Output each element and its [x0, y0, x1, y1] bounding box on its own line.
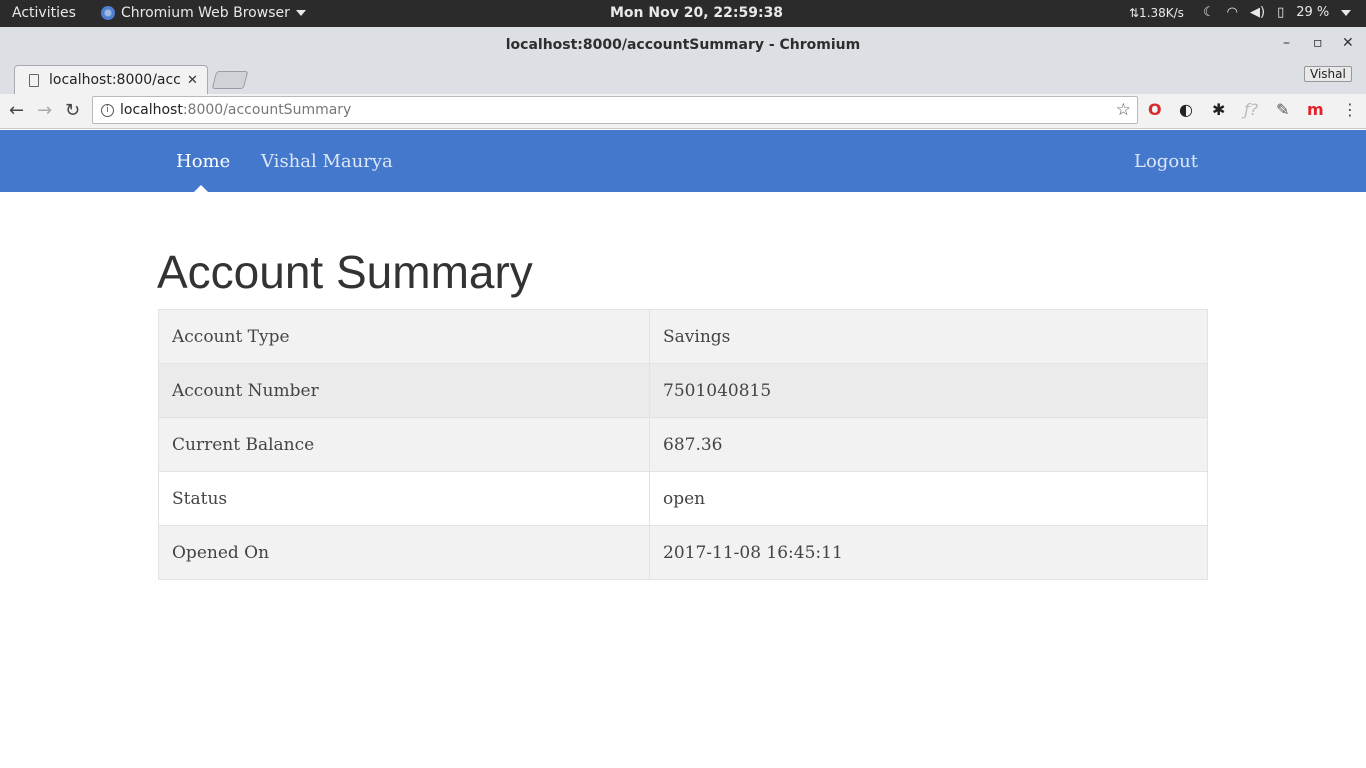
table-row: Opened On 2017-11-08 16:45:11 [158, 525, 1208, 580]
app-menu[interactable]: Chromium Web Browser [101, 5, 306, 21]
back-icon[interactable]: ← [9, 100, 24, 121]
bookmark-star-icon[interactable]: ☆ [1116, 100, 1131, 120]
opera-extension-icon[interactable]: O [1148, 100, 1162, 119]
forward-icon[interactable]: → [37, 100, 52, 121]
tab-strip: localhost:8000/accountSummary ✕ Vishal [0, 63, 1366, 94]
nav-user[interactable]: Vishal Maurya [261, 151, 393, 172]
dark-mode-extension-icon[interactable]: ◐ [1179, 100, 1193, 119]
row-label: Account Type [158, 309, 650, 364]
row-value: open [649, 471, 1208, 526]
site-navbar: Home Vishal Maurya Logout [0, 130, 1366, 192]
url-path: :8000/accountSummary [182, 102, 352, 118]
row-value: Savings [649, 309, 1208, 364]
table-row: Account Type Savings [158, 309, 1208, 364]
table-row: Current Balance 687.36 [158, 417, 1208, 472]
wifi-icon: ◠ [1226, 5, 1238, 20]
row-value: 2017-11-08 16:45:11 [649, 525, 1208, 580]
nav-home[interactable]: Home [176, 151, 230, 172]
address-bar[interactable]: i localhost:8000/accountSummary ☆ [92, 96, 1138, 124]
table-row: Account Number 7501040815 [158, 363, 1208, 418]
chevron-down-icon [1341, 9, 1352, 16]
info-icon[interactable]: i [101, 103, 114, 117]
nav-logout[interactable]: Logout [1134, 151, 1198, 172]
new-tab-button[interactable] [211, 71, 249, 89]
minimize-icon[interactable]: – [1283, 35, 1290, 51]
row-value: 687.36 [649, 417, 1208, 472]
eyedropper-extension-icon[interactable]: ✎ [1276, 100, 1289, 119]
m-extension-icon[interactable]: m [1307, 100, 1324, 119]
account-summary-table: Account Type Savings Account Number 7501… [158, 309, 1208, 580]
battery-icon: ▯ [1277, 5, 1285, 20]
tab-close-icon[interactable]: ✕ [187, 73, 198, 88]
browser-tab[interactable]: localhost:8000/accountSummary ✕ [14, 65, 208, 94]
chevron-down-icon [295, 10, 306, 16]
menu-icon[interactable]: ⋮ [1342, 100, 1358, 119]
maximize-icon[interactable]: ▫ [1313, 35, 1323, 51]
browser-toolbar: ← → ↻ i localhost:8000/accountSummary ☆ … [0, 94, 1366, 129]
volume-icon: ◀) [1250, 5, 1266, 20]
row-value: 7501040815 [649, 363, 1208, 418]
row-label: Current Balance [158, 417, 650, 472]
font-extension-icon[interactable]: ƒ? [1244, 100, 1258, 119]
table-row: Status open [158, 471, 1208, 526]
page-icon [29, 73, 39, 87]
reload-icon[interactable]: ↻ [65, 100, 80, 121]
battery-level: 29 % [1296, 5, 1330, 20]
activities-button[interactable]: Activities [12, 5, 76, 21]
row-label: Account Number [158, 363, 650, 418]
close-icon[interactable]: ✕ [1342, 35, 1354, 51]
night-light-icon: ☾ [1203, 5, 1215, 20]
system-top-bar: Activities Chromium Web Browser Mon Nov … [0, 0, 1366, 27]
active-indicator [194, 185, 208, 192]
page-title: Account Summary [157, 246, 533, 298]
tab-title: localhost:8000/accountSummary [49, 72, 181, 88]
window-title: localhost:8000/accountSummary - Chromium [505, 37, 861, 53]
window-titlebar: localhost:8000/accountSummary - Chromium… [0, 27, 1366, 63]
app-menu-label: Chromium Web Browser [121, 5, 290, 21]
profile-button[interactable]: Vishal [1304, 66, 1352, 82]
github-extension-icon[interactable]: ✱ [1212, 100, 1225, 119]
system-tray[interactable]: ☾ ◠ ◀) ▯ 29 % [1203, 5, 1352, 20]
chromium-icon [101, 6, 115, 20]
clock[interactable]: Mon Nov 20, 22:59:38 [610, 5, 783, 21]
page-content: Home Vishal Maurya Logout Account Summar… [0, 130, 1366, 768]
network-speed: ⇅1.38K/s [1129, 6, 1184, 20]
row-label: Opened On [158, 525, 650, 580]
url-host: localhost [120, 102, 183, 118]
row-label: Status [158, 471, 650, 526]
